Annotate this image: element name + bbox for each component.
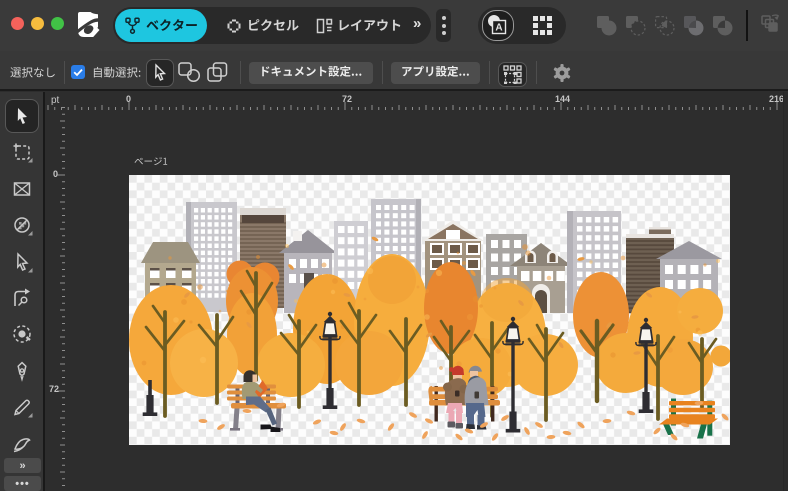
svg-text:A: A xyxy=(495,23,502,34)
